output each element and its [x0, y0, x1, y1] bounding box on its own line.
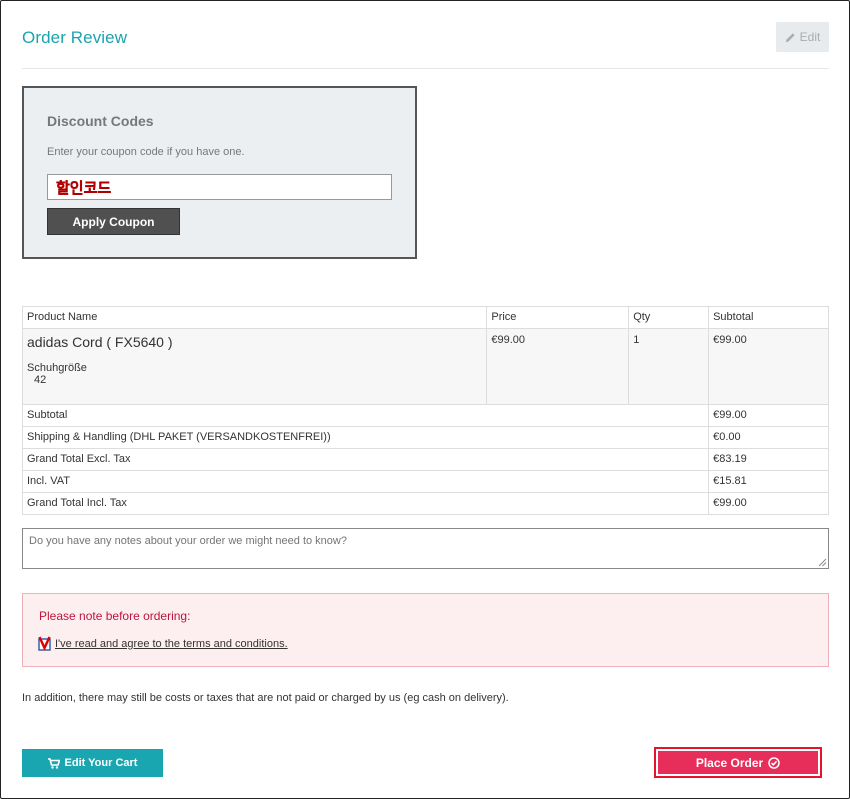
order-notes-textarea[interactable] — [22, 528, 829, 569]
total-row-grand-incl: Grand Total Incl. Tax €99.00 — [21, 492, 829, 515]
order-items-table: Product Name Price Qty Subtotal adidas C… — [21, 306, 829, 515]
total-row-shipping: Shipping & Handling (DHL PAKET (VERSANDK… — [21, 426, 829, 449]
column-header-product: Product Name — [21, 306, 488, 329]
column-header-subtotal: Subtotal — [708, 306, 829, 329]
coupon-input[interactable]: 할인코드 — [47, 174, 392, 200]
discount-hint: Enter your coupon code if you have one. — [47, 146, 245, 158]
total-value: €99.00 — [708, 404, 829, 427]
edit-button-label: Edit — [799, 30, 821, 44]
terms-link[interactable]: I've read and agree to the terms and con… — [55, 638, 288, 650]
resize-grip-icon[interactable] — [818, 558, 827, 567]
product-cell: adidas Cord ( FX5640 ) Schuhgröße 42 — [21, 328, 488, 405]
column-header-price: Price — [486, 306, 630, 329]
terms-checkbox-row[interactable]: I've read and agree to the terms and con… — [38, 636, 288, 651]
product-price: €99.00 — [486, 328, 630, 405]
discount-heading: Discount Codes — [47, 113, 154, 129]
page-title: Order Review — [22, 28, 128, 47]
place-order-inner[interactable]: Place Order — [658, 751, 818, 774]
edit-cart-label: Edit Your Cart — [64, 757, 138, 769]
product-name: adidas Cord ( FX5640 ) — [27, 334, 173, 350]
product-qty: 1 — [628, 328, 710, 405]
product-subtotal: €99.00 — [708, 328, 829, 405]
total-value: €99.00 — [708, 492, 829, 515]
total-value: €83.19 — [708, 448, 829, 471]
product-option-value: 42 — [34, 374, 47, 386]
place-order-button[interactable]: Place Order — [654, 747, 822, 778]
apply-coupon-button[interactable]: Apply Coupon — [47, 208, 180, 235]
additional-costs-info: In addition, there may still be costs or… — [22, 692, 509, 704]
total-row-grand-excl: Grand Total Excl. Tax €83.19 — [21, 448, 829, 471]
pencil-icon — [785, 32, 795, 42]
header-divider — [22, 68, 829, 69]
notice-heading: Please note before ordering: — [39, 609, 191, 623]
total-row-vat: Incl. VAT €15.81 — [21, 470, 829, 493]
total-label: Shipping & Handling (DHL PAKET (VERSANDK… — [21, 426, 710, 449]
column-header-qty: Qty — [628, 306, 710, 329]
total-label: Grand Total Incl. Tax — [21, 492, 710, 515]
ordering-notice: Please note before ordering: I've read a… — [22, 593, 829, 667]
table-row: adidas Cord ( FX5640 ) Schuhgröße 42 €99… — [21, 328, 829, 405]
check-circle-icon — [768, 756, 780, 769]
cart-icon — [47, 757, 60, 769]
edit-button[interactable]: Edit — [776, 22, 829, 52]
total-label: Incl. VAT — [21, 470, 710, 493]
total-row-subtotal: Subtotal €99.00 — [21, 404, 829, 427]
checkbox-check-icon[interactable] — [38, 636, 51, 651]
total-label: Subtotal — [21, 404, 710, 427]
total-value: €15.81 — [708, 470, 829, 493]
product-option-label: Schuhgröße — [27, 362, 87, 374]
discount-panel: Discount Codes Enter your coupon code if… — [22, 86, 417, 259]
total-label: Grand Total Excl. Tax — [21, 448, 710, 471]
place-order-label: Place Order — [695, 755, 764, 770]
edit-cart-button[interactable]: Edit Your Cart — [22, 749, 163, 777]
total-value: €0.00 — [708, 426, 829, 449]
